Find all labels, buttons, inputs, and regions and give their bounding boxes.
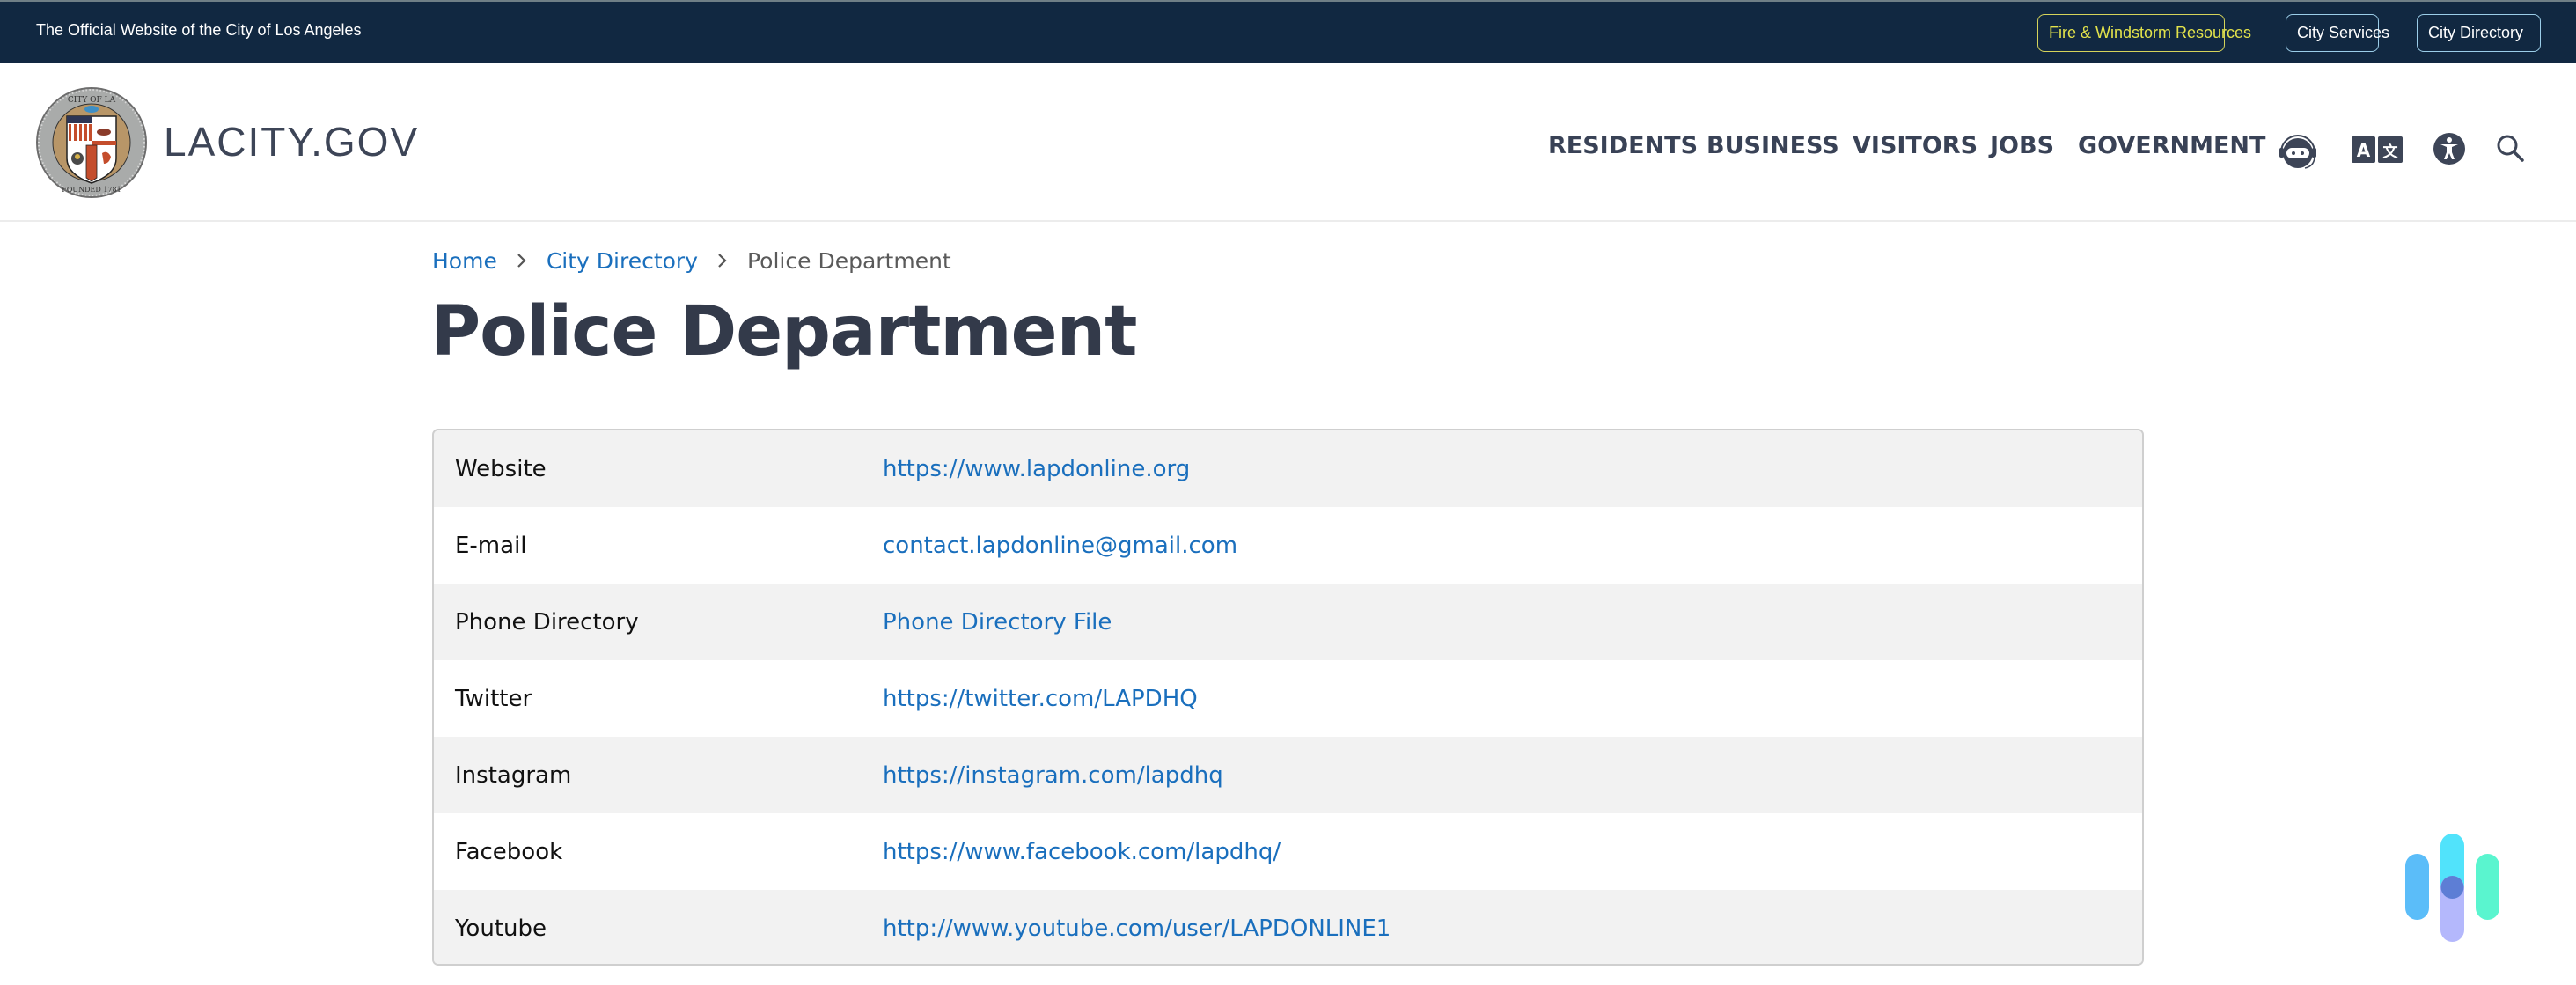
department-info-table: Website https://www.lapdonline.org E-mai… <box>432 429 2144 966</box>
site-header: CITY OF LA FOUNDED 1781 LACITY.GOV RESID… <box>0 63 2576 222</box>
row-label: Youtube <box>455 915 547 942</box>
svg-text:FOUNDED 1781: FOUNDED 1781 <box>62 186 121 194</box>
youtube-link[interactable]: http://www.youtube.com/user/LAPDONLINE1 <box>883 915 1391 942</box>
chevron-right-icon <box>717 248 728 274</box>
website-link[interactable]: https://www.lapdonline.org <box>883 456 1190 482</box>
fire-windstorm-resources-button[interactable]: Fire & Windstorm Resources <box>2037 14 2251 52</box>
row-label: Instagram <box>455 761 572 789</box>
breadcrumb-current: Police Department <box>747 248 951 274</box>
table-row-youtube: Youtube http://www.youtube.com/user/LAPD… <box>434 890 2142 964</box>
table-row-twitter: Twitter https://twitter.com/LAPDHQ <box>434 660 2142 737</box>
city-services-button[interactable]: City Services <box>2286 14 2389 52</box>
email-link[interactable]: contact.lapdonline@gmail.com <box>883 533 1237 559</box>
nav-business[interactable]: BUSINESS <box>1706 132 1839 159</box>
table-row-instagram: Instagram https://instagram.com/lapdhq <box>434 737 2142 813</box>
official-site-label: The Official Website of the City of Los … <box>36 21 362 39</box>
twitter-link[interactable]: https://twitter.com/LAPDHQ <box>883 686 1198 712</box>
nav-government[interactable]: GOVERNMENT <box>2078 132 2265 159</box>
table-row-email: E-mail contact.lapdonline@gmail.com <box>434 507 2142 584</box>
page-title: Police Department <box>430 292 1137 371</box>
row-label: E-mail <box>455 532 527 559</box>
breadcrumb: Home City Directory Police Department <box>432 248 951 274</box>
facebook-link[interactable]: https://www.facebook.com/lapdhq/ <box>883 839 1281 865</box>
breadcrumb-city-directory[interactable]: City Directory <box>547 248 698 274</box>
table-row-website: Website https://www.lapdonline.org <box>434 430 2142 507</box>
instagram-link[interactable]: https://instagram.com/lapdhq <box>883 762 1223 789</box>
chatbot-icon[interactable] <box>2277 133 2319 170</box>
translate-icon[interactable]: A 文 <box>2352 136 2403 163</box>
site-brand[interactable]: LACITY.GOV <box>164 118 419 165</box>
table-row-phone-directory: Phone Directory Phone Directory File <box>434 584 2142 660</box>
nav-visitors[interactable]: VISITORS <box>1853 132 1978 159</box>
city-directory-button[interactable]: City Directory <box>2417 14 2541 52</box>
row-label: Twitter <box>455 685 532 712</box>
table-row-facebook: Facebook https://www.facebook.com/lapdhq… <box>434 813 2142 890</box>
svg-text:文: 文 <box>2383 143 2399 161</box>
nav-jobs[interactable]: JOBS <box>1990 132 2054 159</box>
assistant-widget-icon[interactable] <box>2398 832 2504 946</box>
svg-text:CITY OF LA: CITY OF LA <box>68 96 116 105</box>
row-label: Website <box>455 455 547 482</box>
phone-directory-link[interactable]: Phone Directory File <box>883 609 1112 636</box>
top-utility-bar: The Official Website of the City of Los … <box>0 0 2576 63</box>
nav-residents[interactable]: RESIDENTS <box>1548 132 1698 159</box>
breadcrumb-home[interactable]: Home <box>432 248 497 274</box>
row-label: Facebook <box>455 838 563 865</box>
chevron-right-icon <box>517 248 527 274</box>
search-icon[interactable] <box>2496 134 2526 164</box>
row-label: Phone Directory <box>455 608 639 636</box>
svg-text:A: A <box>2357 140 2371 161</box>
city-seal-logo: CITY OF LA FOUNDED 1781 <box>36 87 147 198</box>
accessibility-icon[interactable] <box>2433 132 2466 165</box>
